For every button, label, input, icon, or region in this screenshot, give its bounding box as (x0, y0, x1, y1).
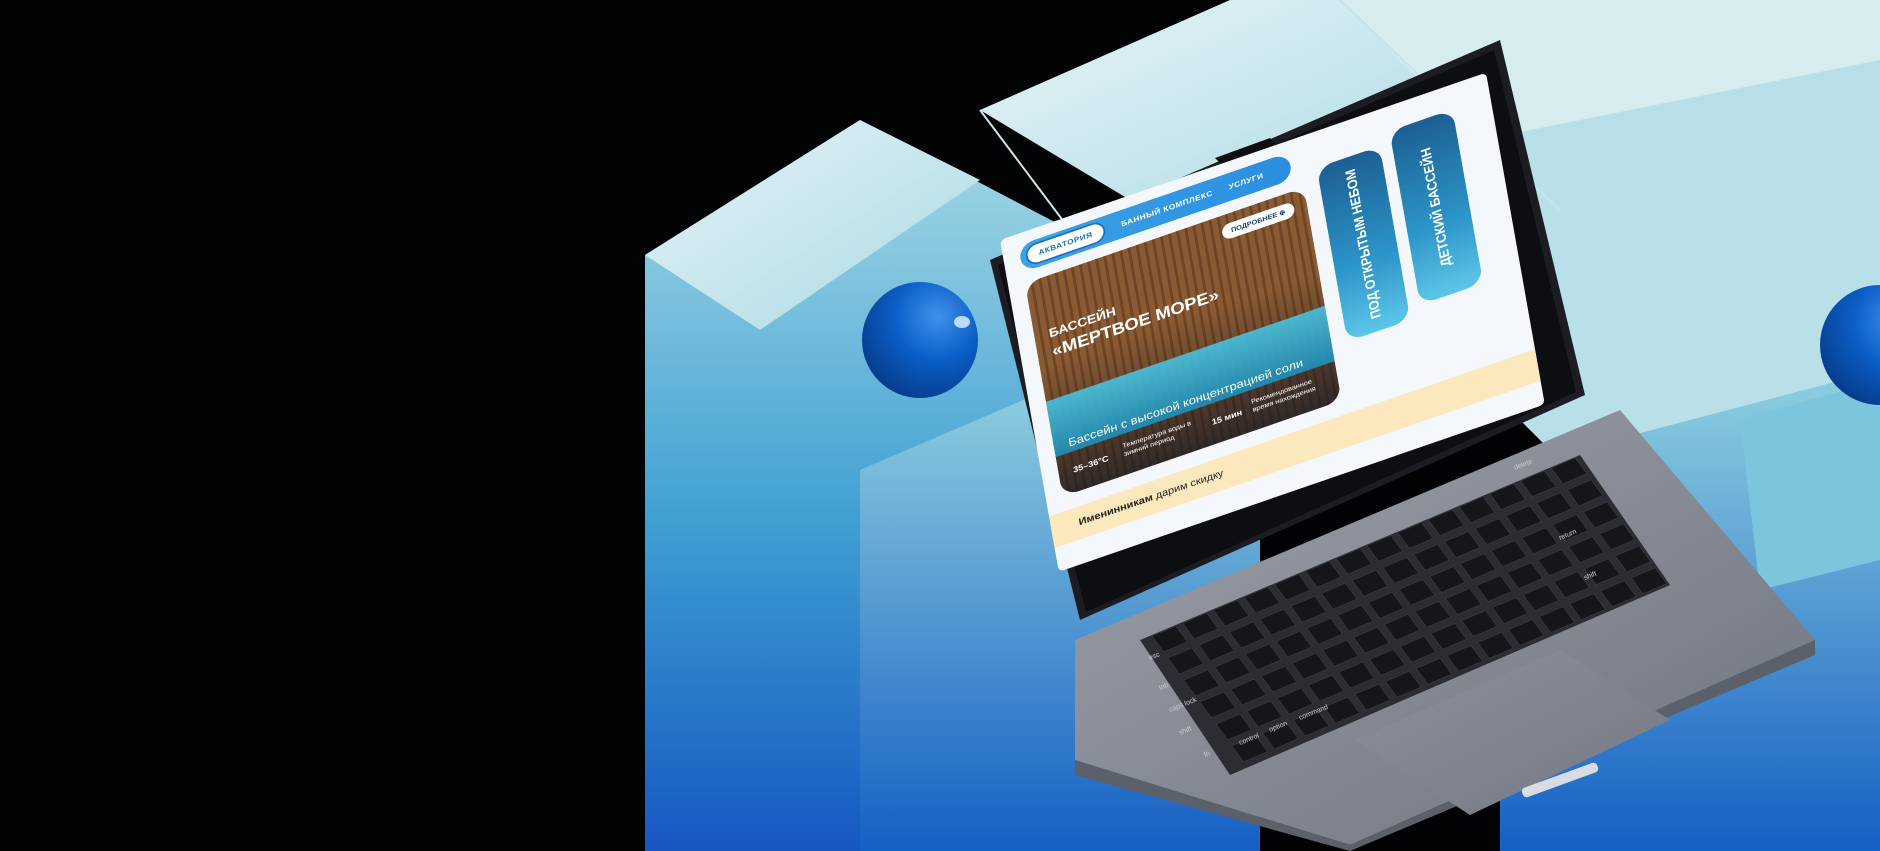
card-kids-pool[interactable]: ДЕТСКИЙ БАССЕЙН (1389, 109, 1484, 305)
sphere-left (862, 282, 978, 398)
stat-temperature-value: 35–36°С (1072, 454, 1110, 476)
scene: esctabcaps lockshiftfncontroloptioncomma… (0, 0, 1880, 851)
card-open-air-label: ПОД ОТКРЫТЫМ НЕБОМ (1342, 166, 1385, 321)
more-button[interactable]: ПОДРОБНЕЕ ⊕ (1220, 201, 1296, 241)
card-kids-pool-label: ДЕТСКИЙ БАССЕЙН (1418, 145, 1455, 269)
nav-item-uslugi[interactable]: УСЛУГИ (1228, 171, 1264, 191)
stat-time-value: 15 мин (1211, 408, 1243, 428)
